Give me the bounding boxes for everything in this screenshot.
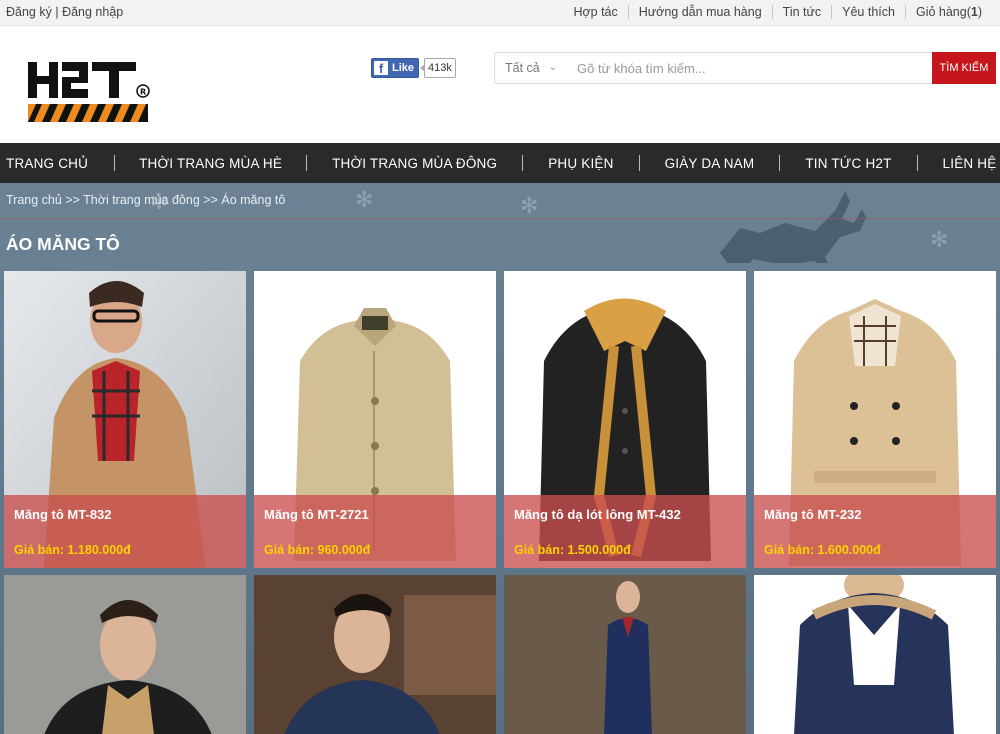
product-card[interactable]: Măng tô MT-2721 Giá bán: 960.000đ (254, 271, 496, 568)
product-info-overlay: Măng tô dạ lót lông MT-432 Giá bán: 1.50… (504, 495, 746, 568)
price-value: 1.180.000đ (67, 543, 131, 557)
facebook-like-button[interactable]: f Like (371, 58, 420, 78)
nav-divider (114, 155, 116, 171)
cart-link[interactable]: Giỏ hàng(1) (904, 5, 992, 19)
search-button[interactable]: TÌM KIẾM (932, 52, 996, 84)
product-name[interactable]: Măng tô MT-232 (764, 507, 862, 522)
product-info-overlay: Măng tô MT-2721 Giá bán: 960.000đ (254, 495, 496, 568)
utility-links: Hợp tác Hướng dẫn mua hàng Tin tức Yêu t… (563, 5, 992, 19)
shopping-guide-link[interactable]: Hướng dẫn mua hàng (627, 5, 772, 19)
cart-label: Giỏ hàng( (915, 5, 971, 19)
wishlist-link[interactable]: Yêu thích (831, 5, 905, 19)
account-links: Đăng ký | Đăng nhập (6, 5, 123, 19)
price-label: Giá bán: (514, 543, 565, 557)
nav-divider (522, 155, 524, 171)
cart-count: 1 (970, 5, 978, 19)
product-info-overlay: Măng tô MT-832 Giá bán: 1.180.000đ (4, 495, 246, 568)
product-name[interactable]: Măng tô MT-2721 (264, 507, 369, 522)
price-value: 1.500.000đ (567, 543, 631, 557)
register-link[interactable]: Đăng ký (6, 5, 52, 19)
site-header: R f Like 413k Tất cả ⌄ TÌM KIẾM (0, 26, 1000, 143)
reindeer-icon (720, 191, 866, 263)
breadcrumb-separator: >> (65, 193, 80, 207)
nav-accessories[interactable]: Phụ kiện (548, 156, 613, 171)
snowflake-icon: ✻ (355, 187, 374, 212)
main-navigation: Trang chủ Thời trang mùa hè Thời trang m… (0, 143, 1000, 183)
product-image[interactable] (4, 575, 246, 734)
nav-home[interactable]: Trang chủ (6, 156, 88, 171)
price-value: 960.000đ (317, 543, 371, 557)
price-label: Giá bán: (14, 543, 65, 557)
snowflake-icon: ✻ (520, 193, 539, 218)
snowflake-icon: ✻ (930, 227, 949, 252)
product-card[interactable] (4, 575, 246, 734)
nav-h2t-news[interactable]: Tin tức H2T (805, 156, 891, 171)
partner-link[interactable]: Hợp tác (563, 5, 627, 19)
product-card[interactable] (754, 575, 996, 734)
login-link[interactable]: Đăng nhập (62, 5, 123, 19)
news-link[interactable]: Tin tức (771, 5, 831, 19)
account-separator: | (55, 5, 59, 19)
breadcrumb-home[interactable]: Trang chủ (6, 193, 62, 207)
chevron-down-icon: ⌄ (548, 62, 557, 73)
product-image[interactable] (504, 575, 746, 734)
search-category-select[interactable]: Tất cả ⌄ (495, 53, 563, 83)
nav-summer-fashion[interactable]: Thời trang mùa hè (139, 156, 282, 171)
h2t-fashion-logo[interactable]: R (26, 60, 152, 124)
nav-leather-shoes[interactable]: Giày da nam (665, 156, 755, 171)
price-label: Giá bán: (764, 543, 815, 557)
price-label: Giá bán: (264, 543, 315, 557)
nav-divider (306, 155, 308, 171)
price-value: 1.600.000đ (817, 543, 881, 557)
product-price: Giá bán: 960.000đ (264, 543, 370, 557)
product-image[interactable] (254, 575, 496, 734)
product-info-overlay: Măng tô MT-232 Giá bán: 1.600.000đ (754, 495, 996, 568)
product-card[interactable]: Măng tô MT-232 Giá bán: 1.600.000đ (754, 271, 996, 568)
product-card[interactable] (504, 575, 746, 734)
product-price: Giá bán: 1.180.000đ (14, 543, 131, 557)
breadcrumb-current: Áo măng tô (221, 193, 286, 207)
search-category-value: Tất cả (505, 61, 540, 75)
product-image[interactable] (754, 575, 996, 734)
cart-label-close: ) (977, 5, 982, 19)
title-divider (0, 218, 1000, 219)
nav-winter-fashion[interactable]: Thời trang mùa đông (332, 156, 497, 171)
nav-divider (916, 155, 918, 171)
facebook-like-widget[interactable]: f Like 413k (371, 58, 456, 78)
top-bar: Đăng ký | Đăng nhập Hợp tác Hướng dẫn mu… (0, 0, 1000, 26)
breadcrumb-winter-fashion[interactable]: Thời trang mùa đông (83, 193, 200, 207)
product-price: Giá bán: 1.500.000đ (514, 543, 631, 557)
facebook-like-label: Like (392, 62, 415, 74)
nav-divider (779, 155, 781, 171)
product-card[interactable]: Măng tô MT-832 Giá bán: 1.180.000đ (4, 271, 246, 568)
breadcrumb: Trang chủ >> Thời trang mùa đông >> Áo m… (6, 193, 285, 207)
nav-contact[interactable]: Liên hệ (943, 156, 997, 171)
product-name[interactable]: Măng tô dạ lót lông MT-432 (514, 507, 681, 522)
nav-divider (638, 155, 640, 171)
facebook-icon: f (374, 61, 388, 75)
facebook-like-count: 413k (420, 58, 456, 78)
svg-text:R: R (140, 88, 146, 97)
search-bar: Tất cả ⌄ TÌM KIẾM (494, 52, 996, 84)
product-price: Giá bán: 1.600.000đ (764, 543, 881, 557)
page-title: Áo măng tô (6, 234, 120, 254)
breadcrumb-separator: >> (203, 193, 218, 207)
product-card[interactable]: Măng tô dạ lót lông MT-432 Giá bán: 1.50… (504, 271, 746, 568)
product-name[interactable]: Măng tô MT-832 (14, 507, 112, 522)
search-input[interactable] (567, 53, 927, 83)
category-content: ✻ ✻ ✻ ✻ Trang chủ >> Thời trang mùa đông… (0, 183, 1000, 734)
product-card[interactable] (254, 575, 496, 734)
